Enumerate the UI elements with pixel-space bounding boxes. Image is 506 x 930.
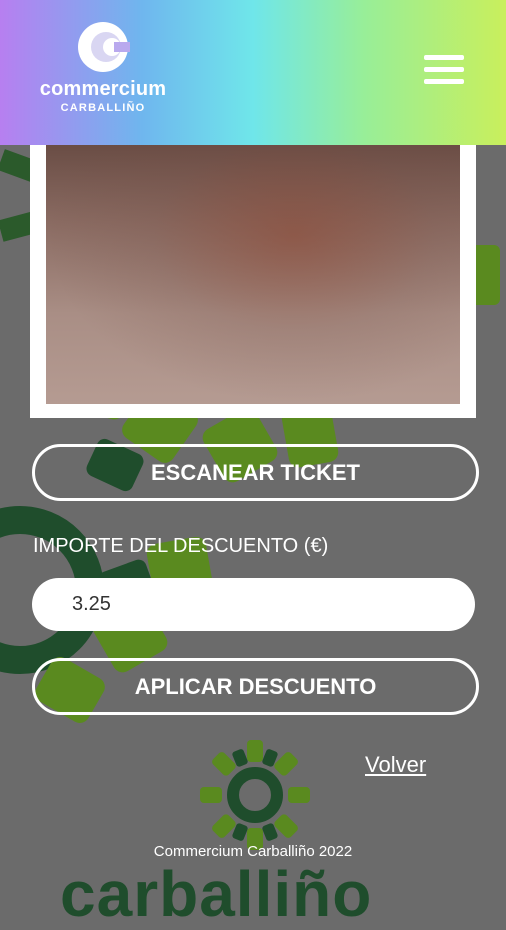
back-link[interactable]: Volver [365, 752, 426, 778]
camera-frame [30, 145, 476, 418]
brand-name: commercium [39, 78, 167, 100]
commercium-logo[interactable]: commercium CARBALLIÑO [38, 20, 168, 130]
menu-line [424, 67, 464, 72]
apply-discount-button[interactable]: APLICAR DESCUENTO [32, 658, 479, 715]
menu-line [424, 55, 464, 60]
menu-line [424, 79, 464, 84]
discount-label: IMPORTE DEL DESCUENTO (€) [33, 535, 329, 557]
carballino-wordmark: carballiño [60, 858, 373, 930]
camera-preview[interactable] [46, 145, 460, 404]
brand-subtitle: CARBALLIÑO [60, 102, 146, 114]
app-header: commercium CARBALLIÑO [0, 0, 506, 145]
logo-icon [78, 22, 130, 72]
discount-amount-input[interactable] [32, 578, 475, 631]
scan-ticket-button[interactable]: ESCANEAR TICKET [32, 444, 479, 501]
hamburger-menu-icon[interactable] [424, 55, 464, 89]
